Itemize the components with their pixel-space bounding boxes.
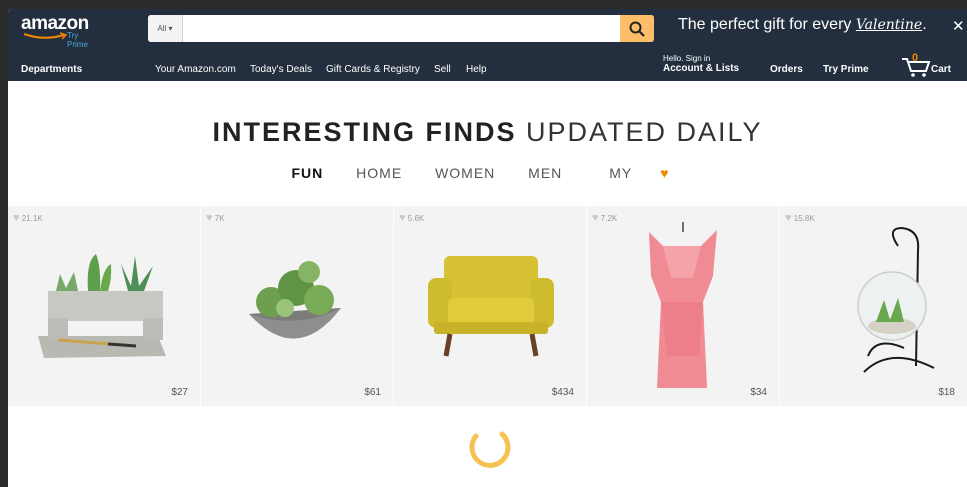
cart-label: Cart [931,64,952,75]
loading-spinner-icon [469,431,511,468]
succulent-bowl-image [249,261,341,339]
tab-home[interactable]: HOME [356,165,402,181]
try-prime-link[interactable]: Try Prime [823,64,869,75]
search-button[interactable] [620,15,654,42]
search-category-select[interactable]: All ▾ [148,15,183,42]
heart-icon: ♥ [660,165,670,181]
product-card-cat-candle[interactable]: ♥ 7.2K $34 [587,206,779,406]
yellow-armchair-image [428,256,554,357]
glass-terrarium-image [857,226,935,373]
product-price: $27 [171,387,188,398]
amazon-logo[interactable]: amazon Try Prime [21,14,89,50]
product-price: $61 [364,387,381,398]
product-grid: ♥ 21.1K $27 ♥ 7K $61 ♥ 5.6K $434 ♥ 7.2K … [8,206,967,406]
nav-link-help[interactable]: Help [466,64,487,75]
departments-menu[interactable]: Departments [21,64,82,75]
product-card-armchair[interactable]: ♥ 5.6K $434 [394,206,586,406]
product-card-terrarium[interactable]: ♥ 15.8K $18 [780,206,967,406]
valentine-promo-banner[interactable]: The perfect gift for every Valentine. [678,16,927,34]
product-price: $434 [551,387,574,398]
try-prime-badge: Try Prime [67,31,88,49]
product-card-succulent-bowl[interactable]: ♥ 7K $61 [201,206,393,406]
close-icon[interactable]: ✕ [952,17,965,35]
browser-page: amazon Try Prime All ▾ The perfect gift … [8,9,967,487]
category-tabs: FUN HOME WOMEN MEN MY ♥ [8,165,967,181]
nav-link-todays-deals[interactable]: Today's Deals [250,64,312,75]
nav-link-your-amazon[interactable]: Your Amazon.com [155,64,236,75]
tab-fun[interactable]: FUN [292,165,324,181]
product-price: $18 [938,387,955,398]
tab-women[interactable]: WOMEN [435,165,495,181]
cart-count: 0 [912,52,919,64]
search-icon [629,21,645,37]
concrete-planter-image [38,254,166,358]
tab-my-favorites[interactable]: MY ♥ [595,165,683,181]
nav-link-gift-cards[interactable]: Gift Cards & Registry [326,64,420,75]
page-title: INTERESTING FINDS UPDATED DAILY [212,117,763,147]
nav-top-bar: amazon Try Prime All ▾ The perfect gift … [8,9,967,59]
search-bar: All ▾ [148,15,654,42]
tab-men[interactable]: MEN [528,165,562,181]
pink-cat-candle-image [649,222,717,388]
product-card-planter[interactable]: ♥ 21.1K $27 [8,206,200,406]
orders-link[interactable]: Orders [770,64,803,75]
search-input[interactable] [184,15,618,42]
nav-link-sell[interactable]: Sell [434,64,451,75]
smile-icon [23,32,68,40]
product-price: $34 [750,387,767,398]
account-lists-menu[interactable]: Hello. Sign in Account & Lists [663,54,739,75]
